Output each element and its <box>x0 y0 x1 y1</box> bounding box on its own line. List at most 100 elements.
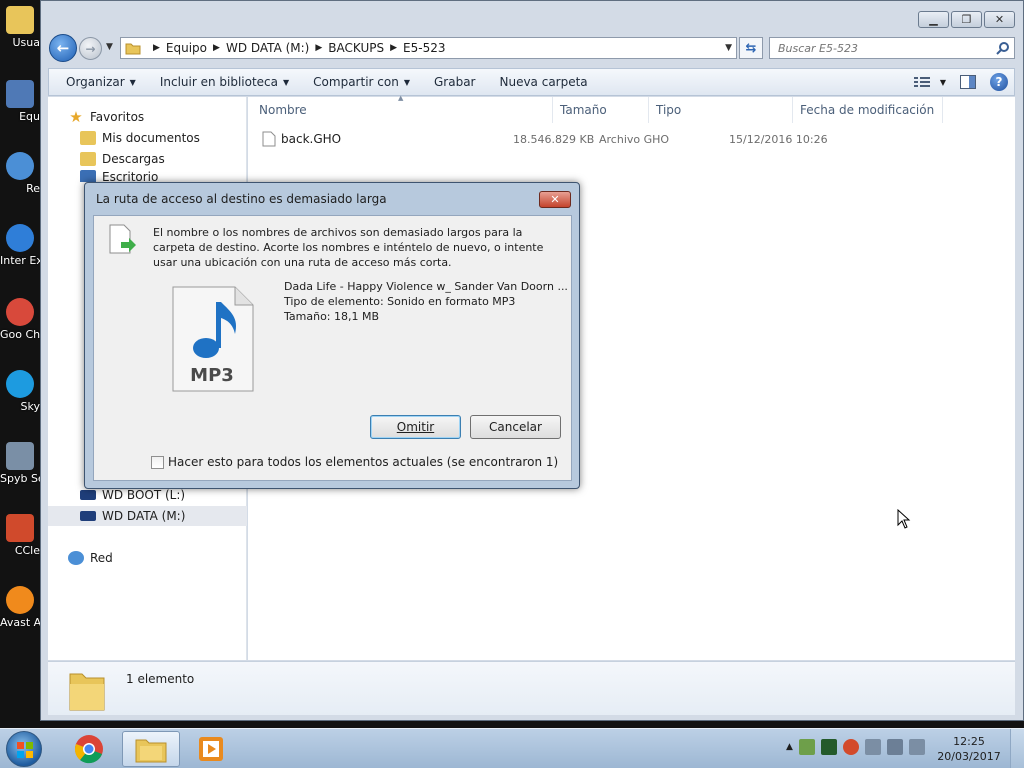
network-status-icon[interactable] <box>864 739 881 755</box>
file-icon <box>262 131 276 147</box>
nav-item-network[interactable]: Red <box>48 548 247 568</box>
column-headers: Nombre ▲ Tamaño Tipo Fecha de modificaci… <box>248 94 1015 123</box>
address-dropdown-arrow[interactable]: ▼ <box>725 43 732 53</box>
safely-remove-hardware-icon[interactable] <box>798 739 815 755</box>
desktop-icon-skype[interactable]: Sky <box>0 370 40 414</box>
folder-icon <box>135 739 167 763</box>
maximize-button[interactable]: ❐ <box>951 11 982 28</box>
search-box[interactable] <box>769 37 1015 59</box>
file-row[interactable]: back.GHO 18.546.829 KB Archivo GHO 15/12… <box>262 129 1012 149</box>
dialog-body: El nombre o los nombres de archivos son … <box>93 215 572 481</box>
organize-menu[interactable]: Organizar ▼ <box>49 69 148 95</box>
breadcrumb-separator[interactable]: ▶ <box>315 43 322 53</box>
vc-icon[interactable] <box>820 739 837 755</box>
column-header-label: Tipo <box>656 103 682 117</box>
desktop-icon-spybot[interactable]: Spyb Searc <box>0 442 40 486</box>
taskbar-chrome[interactable] <box>60 731 118 767</box>
spybot-icon <box>6 442 34 470</box>
column-header-modified[interactable]: Fecha de modificación <box>793 97 943 123</box>
column-header-label: Fecha de modificación <box>800 103 935 117</box>
preview-pane-icon[interactable] <box>960 75 976 89</box>
file-type: Archivo GHO <box>599 132 670 146</box>
breadcrumb-equipo[interactable]: Equipo <box>166 38 207 58</box>
refresh-icon: ⇆ <box>745 40 757 56</box>
desktop-icon-internet-explorer[interactable]: Inter Explo <box>0 224 40 268</box>
start-button[interactable] <box>6 731 42 767</box>
minimize-button[interactable]: ▁ <box>918 11 949 28</box>
skype-icon <box>6 370 34 398</box>
taskbar-media-player[interactable] <box>182 731 240 767</box>
column-header-size[interactable]: Tamaño <box>553 97 649 123</box>
column-header-type[interactable]: Tipo <box>649 97 793 123</box>
taskbar-explorer[interactable] <box>122 731 180 767</box>
desktop-icon-google-chrome[interactable]: Goo Chro <box>0 298 40 342</box>
new-folder-button[interactable]: Nueva carpeta <box>487 69 599 95</box>
dialog-close-button[interactable]: ✕ <box>539 191 571 208</box>
desktop-icon-ccleaner[interactable]: CCle <box>0 514 40 558</box>
nav-item-downloads[interactable]: Descargas <box>48 149 247 169</box>
arrow-right-icon: → <box>85 41 96 56</box>
change-view-button[interactable]: ▼ <box>913 76 946 88</box>
clock[interactable]: 12:25 20/03/2017 <box>934 734 1004 764</box>
search-icon[interactable] <box>996 41 1010 55</box>
desktop-icon-label: Inter Explo <box>0 254 40 267</box>
apply-to-all-checkbox[interactable]: Hacer esto para todos los elementos actu… <box>151 455 558 469</box>
nav-item-wd-data[interactable]: WD DATA (M:) <box>48 506 247 526</box>
arrow-left-icon: ← <box>56 39 70 57</box>
back-button[interactable]: ← <box>49 34 77 62</box>
breadcrumb-separator[interactable]: ▶ <box>390 43 397 53</box>
error-icon[interactable] <box>842 739 859 755</box>
conflict-file-name: Dada Life - Happy Violence w_ Sander Van… <box>284 280 568 293</box>
include-in-library-menu[interactable]: Incluir en biblioteca ▼ <box>148 69 301 95</box>
breadcrumb-wd-data[interactable]: WD DATA (M:) <box>226 38 309 58</box>
desktop-icon-avast[interactable]: Avast Antiv <box>0 586 40 630</box>
desktop-icon-user-folder[interactable]: Usua <box>0 6 40 50</box>
breadcrumb-backups[interactable]: BACKUPS <box>328 38 384 58</box>
file-name: back.GHO <box>281 132 342 146</box>
nav-item-label: Favoritos <box>90 110 145 124</box>
desktop-icon-label: Usua <box>12 36 41 49</box>
skip-button[interactable]: Omitir <box>370 415 461 439</box>
breadcrumb-separator[interactable]: ▶ <box>153 43 160 53</box>
command-bar: Organizar ▼ Incluir en biblioteca ▼ Comp… <box>48 68 1015 96</box>
desktop-icon-label: Sky <box>20 400 40 413</box>
show-hidden-icons-button[interactable]: ▲ <box>786 742 793 752</box>
column-header-label: Nombre <box>259 103 307 117</box>
desktop-icon-network[interactable]: Re <box>0 152 40 196</box>
column-header-name[interactable]: Nombre ▲ <box>248 94 553 123</box>
burn-button[interactable]: Grabar <box>422 69 488 95</box>
internet-explorer-icon <box>6 224 34 252</box>
folder-icon <box>6 6 34 34</box>
cancel-button[interactable]: Cancelar <box>470 415 561 439</box>
help-icon[interactable]: ? <box>990 73 1008 91</box>
nav-item-favorites[interactable]: ★ Favoritos <box>48 107 247 127</box>
network-icon <box>6 152 34 180</box>
mouse-cursor-icon <box>897 509 911 529</box>
volume-icon[interactable] <box>908 739 925 755</box>
refresh-button[interactable]: ⇆ <box>739 37 763 59</box>
show-desktop-button[interactable] <box>1010 729 1024 768</box>
address-bar[interactable]: ▶ Equipo ▶ WD DATA (M:) ▶ BACKUPS ▶ E5-5… <box>120 37 737 59</box>
breadcrumb-separator[interactable]: ▶ <box>213 43 220 53</box>
chevron-down-icon: ▼ <box>939 77 946 87</box>
close-button[interactable]: ✕ <box>984 11 1015 28</box>
checkbox-box[interactable] <box>151 455 164 469</box>
nav-item-my-documents[interactable]: Mis documentos <box>48 128 247 148</box>
nav-item-label: Mis documentos <box>102 131 200 145</box>
power-icon[interactable] <box>886 739 903 755</box>
close-icon: ✕ <box>550 193 560 206</box>
desktop-icon-computer[interactable]: Equ <box>0 80 40 124</box>
breadcrumb-e5-523[interactable]: E5-523 <box>403 38 445 58</box>
search-input[interactable] <box>778 41 978 55</box>
nav-item-label: WD DATA (M:) <box>102 509 186 523</box>
folder-icon <box>125 43 141 55</box>
nav-item-label: WD BOOT (L:) <box>102 488 186 502</box>
desktop-icon-label: Goo Chro <box>0 328 40 341</box>
nav-item-desktop[interactable]: Escritorio <box>48 170 247 182</box>
mp3-file-icon: MP3 <box>172 286 254 392</box>
share-with-label: Compartir con <box>313 75 399 89</box>
forward-button[interactable]: → <box>79 37 102 60</box>
share-with-menu[interactable]: Compartir con ▼ <box>301 69 422 95</box>
recent-pages-dropdown[interactable]: ▼ <box>106 42 113 52</box>
navigation-bar: ← → ▼ ▶ Equipo ▶ WD DATA (M:) ▶ BACKUPS … <box>49 34 1015 62</box>
